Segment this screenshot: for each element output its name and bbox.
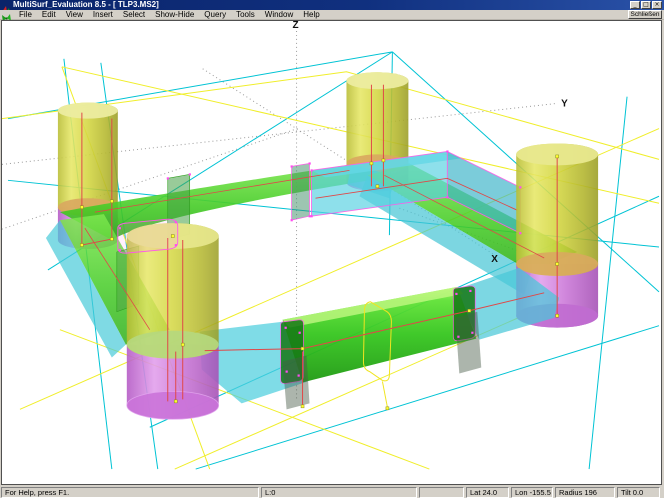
status-lon: Lon -155.5 (511, 487, 553, 498)
menu-file[interactable]: File (14, 10, 37, 19)
x-axis-label: X (491, 254, 498, 265)
status-spare (419, 487, 464, 498)
status-radius: Radius 196 (555, 487, 615, 498)
status-bar: For Help, press F1. L:0 Lat 24.0 Lon -15… (0, 487, 664, 498)
column-front-left (127, 223, 219, 419)
z-axis-label: Z (293, 21, 299, 31)
menu-select[interactable]: Select (118, 10, 150, 19)
tlp-model-canvas[interactable]: Z Y X (2, 21, 661, 484)
pontoon-front (200, 268, 559, 409)
multisurf-app-icon (2, 1, 10, 9)
menu-query[interactable]: Query (199, 10, 231, 19)
title-bar[interactable]: MultiSurf_Evaluation 8.5 - [ TLP3.MS2] _… (0, 0, 664, 10)
close-button[interactable]: × (652, 1, 662, 9)
menu-view[interactable]: View (61, 10, 88, 19)
drop-plate-right (455, 312, 481, 374)
menu-window[interactable]: Window (260, 10, 298, 19)
minimize-button[interactable]: _ (630, 1, 640, 9)
menu-show-hide[interactable]: Show-Hide (150, 10, 199, 19)
menu-tools[interactable]: Tools (231, 10, 260, 19)
close-view-button[interactable]: Schließen (628, 10, 662, 19)
status-lat: Lat 24.0 (466, 487, 509, 498)
control-outline-front-left (118, 219, 178, 253)
status-help-text: For Help, press F1. (1, 487, 259, 498)
drop-plate-left (283, 356, 310, 410)
restore-button[interactable]: □ (641, 1, 651, 9)
document-icon[interactable] (2, 10, 11, 19)
status-line-count: L:0 (261, 487, 417, 498)
window-controls: _ □ × (630, 1, 662, 9)
window-title: MultiSurf_Evaluation 8.5 - [ TLP3.MS2] (13, 0, 159, 10)
model-viewport[interactable]: Z Y X (1, 20, 662, 485)
menu-bar: File Edit View Insert Select Show-Hide Q… (0, 10, 664, 20)
menu-help[interactable]: Help (298, 10, 324, 19)
beam-body (283, 287, 477, 383)
menu-edit[interactable]: Edit (37, 10, 61, 19)
y-axis-label: Y (561, 99, 568, 110)
status-tilt: Tilt 0.0 (617, 487, 660, 498)
station-plate-back2 (292, 163, 310, 220)
menu-insert[interactable]: Insert (88, 10, 118, 19)
